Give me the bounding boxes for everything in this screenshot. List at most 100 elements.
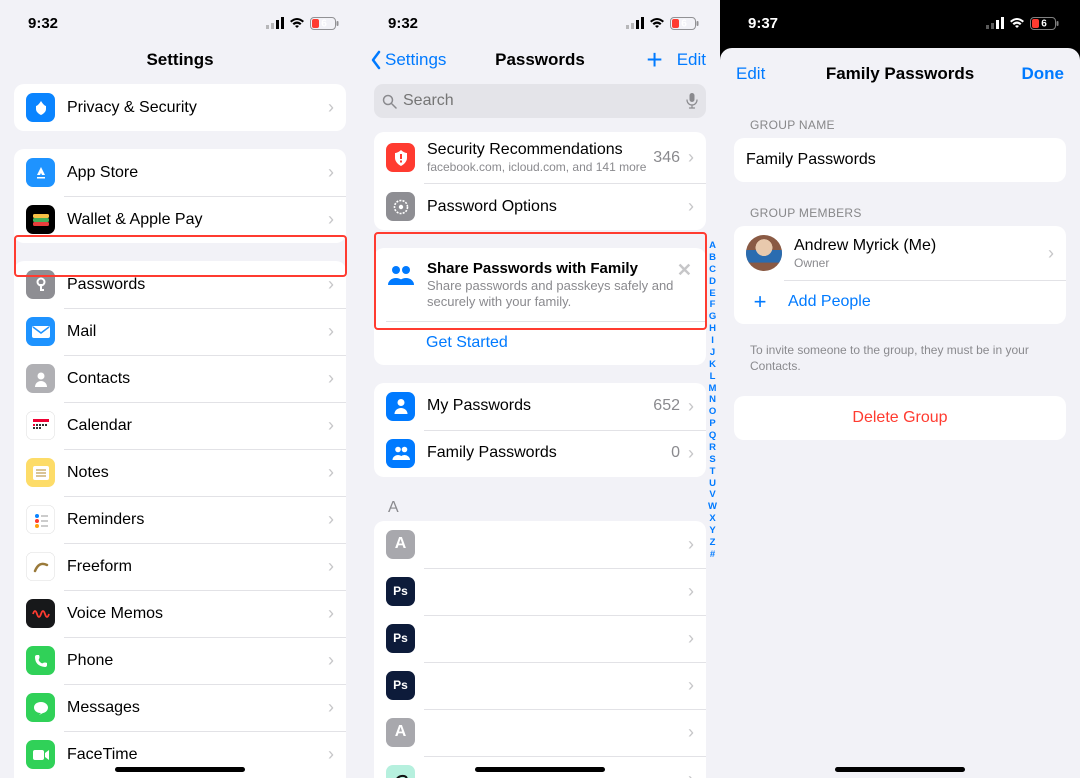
index-E[interactable]: E: [709, 288, 715, 300]
search-field[interactable]: [374, 84, 706, 118]
index-W[interactable]: W: [708, 501, 717, 513]
row-add-people[interactable]: + Add People: [734, 280, 1066, 324]
index-U[interactable]: U: [709, 478, 716, 490]
row-get-started[interactable]: Get Started: [374, 321, 706, 365]
home-indicator[interactable]: [475, 767, 605, 772]
row-label: Security Recommendations: [427, 141, 653, 159]
row-security-recommendations[interactable]: Security Recommendations facebook.com, i…: [374, 132, 706, 183]
row-messages[interactable]: Messages›: [14, 684, 346, 731]
index-K[interactable]: K: [709, 359, 716, 371]
row-notes[interactable]: Notes›: [14, 449, 346, 496]
row-account[interactable]: Ps›: [374, 615, 706, 662]
row-freeform[interactable]: Freeform›: [14, 543, 346, 590]
index-A[interactable]: A: [709, 240, 716, 252]
chevron-icon: ›: [688, 196, 694, 217]
index-J[interactable]: J: [710, 347, 715, 359]
row-calendar[interactable]: Calendar›: [14, 402, 346, 449]
index-T[interactable]: T: [710, 466, 716, 478]
add-people-label: Add People: [788, 293, 871, 311]
chevron-icon: ›: [328, 697, 334, 718]
index-R[interactable]: R: [709, 442, 716, 454]
group-accounts: A› Ps› Ps› Ps› A› › A›: [374, 521, 706, 778]
row-app-store[interactable]: App Store ›: [14, 149, 346, 196]
row-mail[interactable]: Mail›: [14, 308, 346, 355]
row-label: Calendar: [67, 417, 328, 435]
mic-icon[interactable]: [686, 93, 698, 109]
done-button[interactable]: Done: [1022, 64, 1065, 84]
status-time: 9:32: [28, 15, 58, 32]
row-label: Phone: [67, 652, 328, 670]
row-account[interactable]: A›: [374, 521, 706, 568]
row-wallet[interactable]: Wallet & Apple Pay ›: [14, 196, 346, 243]
group-name-input[interactable]: [746, 147, 1054, 173]
row-contacts[interactable]: Contacts›: [14, 355, 346, 402]
index-Y[interactable]: Y: [709, 525, 715, 537]
row-privacy-security[interactable]: Privacy & Security ›: [14, 84, 346, 131]
index-P[interactable]: P: [709, 418, 715, 430]
index-D[interactable]: D: [709, 276, 716, 288]
index-L[interactable]: L: [710, 371, 716, 383]
index-#[interactable]: #: [710, 549, 715, 561]
home-indicator[interactable]: [115, 767, 245, 772]
back-button[interactable]: Settings: [370, 50, 446, 70]
index-I[interactable]: I: [711, 335, 714, 347]
row-account[interactable]: A›: [374, 709, 706, 756]
count-badge: 0: [671, 444, 680, 462]
svg-text:6: 6: [1041, 18, 1047, 29]
group-apps: Passwords›Mail›Contacts›Calendar›Notes›R…: [14, 261, 346, 778]
row-group-name[interactable]: [734, 138, 1066, 182]
battery-icon: 6: [310, 17, 340, 30]
freeform-icon: [26, 552, 55, 581]
avatar: [746, 235, 782, 271]
index-H[interactable]: H: [709, 323, 716, 335]
chevron-icon: ›: [688, 675, 694, 696]
row-label: Notes: [67, 464, 328, 482]
messages-icon: [26, 693, 55, 722]
row-account[interactable]: Ps›: [374, 662, 706, 709]
row-delete-group[interactable]: Delete Group: [734, 396, 1066, 440]
chevron-icon: ›: [328, 744, 334, 765]
index-N[interactable]: N: [709, 394, 716, 406]
index-B[interactable]: B: [709, 252, 716, 264]
row-member[interactable]: Andrew Myrick (Me) Owner ›: [734, 226, 1066, 280]
svg-text:6: 6: [681, 18, 687, 29]
close-icon[interactable]: ✕: [677, 260, 694, 281]
count-badge: 652: [653, 397, 680, 415]
index-V[interactable]: V: [709, 489, 715, 501]
contacts-icon: [26, 364, 55, 393]
edit-button[interactable]: Edit: [736, 64, 765, 84]
status-bar: 9:37 6: [720, 0, 1080, 38]
edit-button[interactable]: Edit: [677, 50, 706, 70]
row-phone[interactable]: Phone›: [14, 637, 346, 684]
index-C[interactable]: C: [709, 264, 716, 276]
index-Q[interactable]: Q: [709, 430, 716, 442]
home-indicator[interactable]: [835, 767, 965, 772]
sheet: Edit Family Passwords Done GROUP NAME GR…: [720, 48, 1080, 778]
row-family-passwords[interactable]: Family Passwords 0›: [374, 430, 706, 477]
row-voicememos[interactable]: Voice Memos›: [14, 590, 346, 637]
add-button[interactable]: +: [646, 52, 662, 69]
row-reminders[interactable]: Reminders›: [14, 496, 346, 543]
index-F[interactable]: F: [710, 299, 716, 311]
row-label: Reminders: [67, 511, 328, 529]
row-label: Privacy & Security: [67, 99, 328, 117]
alphabet-index[interactable]: ABCDEFGHIJKLMNOPQRSTUVWXYZ#: [708, 240, 717, 561]
search-input[interactable]: [403, 92, 680, 110]
nav-title: Passwords: [495, 50, 585, 70]
nav-title: Family Passwords: [826, 64, 974, 84]
row-account[interactable]: Ps›: [374, 568, 706, 615]
index-G[interactable]: G: [709, 311, 716, 323]
chevron-icon: ›: [328, 650, 334, 671]
person-icon: [386, 392, 415, 421]
index-S[interactable]: S: [709, 454, 715, 466]
index-O[interactable]: O: [709, 406, 716, 418]
row-password-options[interactable]: Password Options ›: [374, 183, 706, 230]
row-passwords[interactable]: Passwords›: [14, 261, 346, 308]
index-X[interactable]: X: [709, 513, 715, 525]
index-M[interactable]: M: [709, 383, 717, 395]
status-indicators: 6: [266, 17, 340, 30]
row-my-passwords[interactable]: My Passwords 652›: [374, 383, 706, 430]
chevron-icon: ›: [688, 722, 694, 743]
nav-title: Settings: [146, 50, 213, 70]
index-Z[interactable]: Z: [710, 537, 716, 549]
